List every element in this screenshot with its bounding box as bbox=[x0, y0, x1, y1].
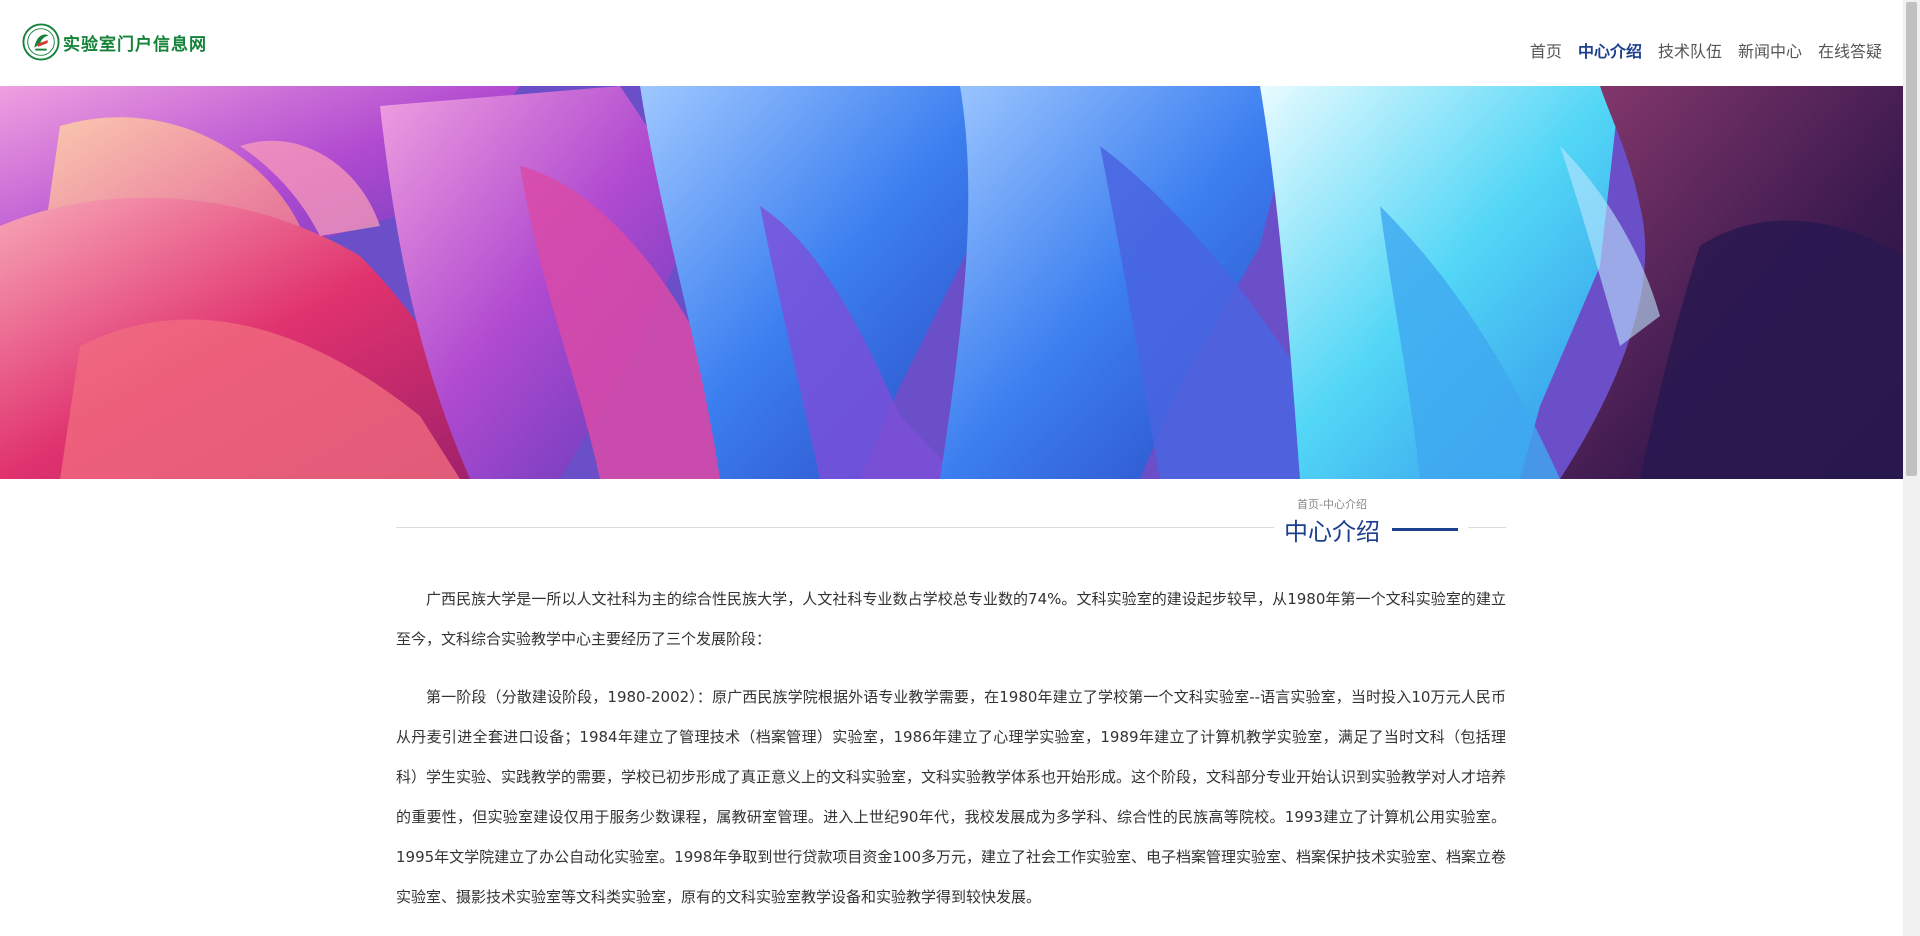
page: 实验室门户信息网 首页 中心介绍 技术队伍 新闻中心 在线答疑 首页-中心介绍 … bbox=[0, 0, 1903, 936]
nav-item-center-intro[interactable]: 中心介绍 bbox=[1578, 38, 1642, 62]
vertical-scrollbar[interactable] bbox=[1903, 0, 1920, 936]
page-title: 中心介绍 bbox=[1284, 518, 1380, 546]
article-paragraph-intro: 广西民族大学是一所以人文社科为主的综合性民族大学，人文社科专业数占学校总专业数的… bbox=[396, 590, 1506, 648]
nav-item-online-qa[interactable]: 在线答疑 bbox=[1818, 38, 1882, 62]
breadcrumb: 首页-中心介绍 bbox=[1297, 498, 1367, 511]
site-logo-text: 实验室门户信息网 bbox=[63, 34, 207, 55]
section-heading: 中心介绍 bbox=[1274, 512, 1468, 547]
nav-item-tech-team[interactable]: 技术队伍 bbox=[1658, 38, 1722, 62]
university-emblem-icon bbox=[22, 23, 60, 61]
hero-banner bbox=[0, 86, 1903, 479]
site-logo[interactable]: 实验室门户信息网 bbox=[22, 22, 207, 62]
nav-item-news-center[interactable]: 新闻中心 bbox=[1738, 38, 1802, 62]
article-body: 广西民族大学是一所以人文社科为主的综合性民族大学，人文社科专业数占学校总专业数的… bbox=[396, 579, 1506, 917]
section-title-bar: 首页-中心介绍 中心介绍 bbox=[396, 479, 1506, 559]
article-paragraph-stage-one: 第一阶段（分散建设阶段，1980-2002）：原广西民族学院根据外语专业教学需要… bbox=[396, 688, 1507, 906]
main-content: 首页-中心介绍 中心介绍 广西民族大学是一所以人文社科为主的综合性民族大学，人文… bbox=[396, 479, 1506, 935]
site-header: 实验室门户信息网 首页 中心介绍 技术队伍 新闻中心 在线答疑 bbox=[0, 0, 1903, 86]
nav-item-home[interactable]: 首页 bbox=[1530, 38, 1562, 62]
scrollbar-thumb[interactable] bbox=[1906, 2, 1917, 476]
abstract-banner-image bbox=[0, 86, 1903, 479]
main-nav: 首页 中心介绍 技术队伍 新闻中心 在线答疑 bbox=[1514, 38, 1882, 62]
title-accent-bar bbox=[1392, 528, 1458, 531]
